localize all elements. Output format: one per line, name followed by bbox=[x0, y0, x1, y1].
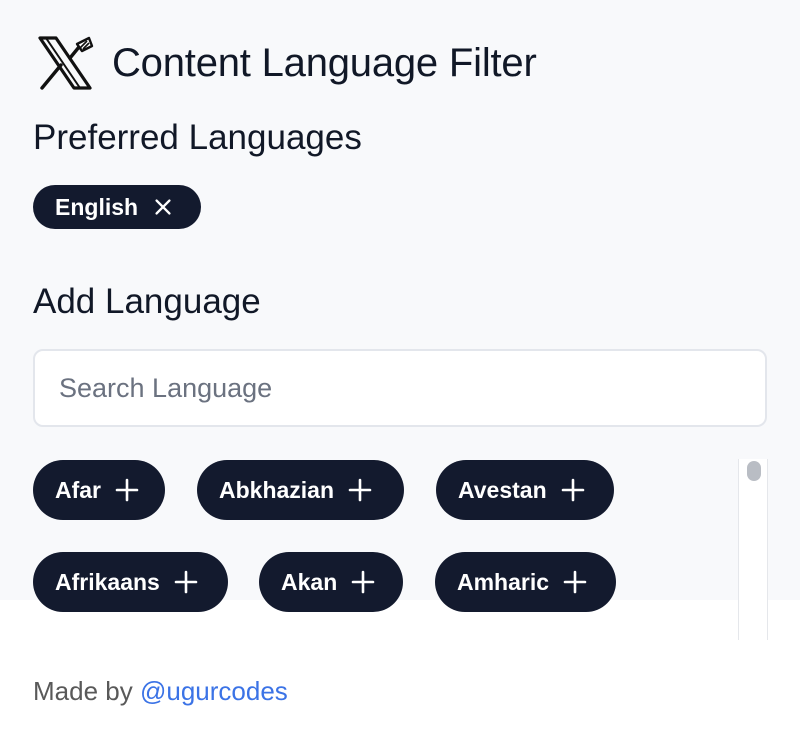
add-language-heading: Add Language bbox=[33, 282, 261, 321]
language-chip-amharic[interactable]: Amharic bbox=[435, 552, 616, 612]
chip-label: English bbox=[55, 193, 139, 220]
preferred-languages-heading: Preferred Languages bbox=[33, 118, 362, 157]
preferred-chip-english[interactable]: English bbox=[33, 185, 201, 229]
plus-icon bbox=[561, 478, 584, 502]
plus-icon bbox=[115, 478, 139, 502]
chip-label: Afrikaans bbox=[55, 568, 160, 595]
language-chip-akan[interactable]: Akan bbox=[259, 552, 403, 612]
close-icon[interactable] bbox=[152, 196, 174, 218]
search-language-input[interactable] bbox=[33, 349, 767, 427]
chip-label: Amharic bbox=[457, 568, 550, 595]
language-list-scrollbar[interactable] bbox=[738, 459, 768, 640]
author-link[interactable]: @ugurcodes bbox=[140, 676, 288, 706]
plus-icon bbox=[351, 570, 375, 594]
chip-label: Akan bbox=[281, 568, 338, 595]
language-chip-abkhazian[interactable]: Abkhazian bbox=[197, 460, 404, 520]
footer-prefix: Made by bbox=[33, 676, 133, 706]
language-chip-afrikaans[interactable]: Afrikaans bbox=[33, 552, 228, 612]
language-chip-avestan[interactable]: Avestan bbox=[436, 460, 614, 520]
plus-icon bbox=[174, 570, 198, 594]
x-logo-with-flag-icon bbox=[38, 36, 94, 90]
plus-icon bbox=[348, 478, 372, 502]
chip-label: Abkhazian bbox=[219, 476, 335, 503]
language-chip-afar[interactable]: Afar bbox=[33, 460, 165, 520]
footer: Made by @ugurcodes bbox=[33, 676, 288, 707]
main-panel: Content Language Filter Preferred Langua… bbox=[0, 0, 800, 612]
scrollbar-thumb[interactable] bbox=[747, 461, 761, 481]
chip-label: Afar bbox=[55, 476, 102, 503]
page-title: Content Language Filter bbox=[112, 40, 537, 85]
plus-icon bbox=[563, 570, 587, 594]
header: Content Language Filter bbox=[36, 34, 537, 92]
chip-label: Avestan bbox=[458, 476, 547, 503]
